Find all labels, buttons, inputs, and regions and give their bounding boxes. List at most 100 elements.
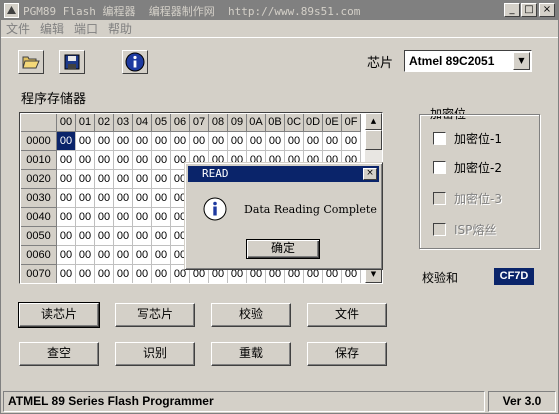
checkbox-box[interactable] (433, 161, 446, 174)
memory-cell[interactable]: 00 (76, 170, 95, 189)
memory-cell[interactable]: 00 (57, 132, 76, 151)
memory-cell[interactable]: 00 (152, 151, 171, 170)
save-toolbar-button[interactable] (59, 50, 85, 74)
row-header: 0010 (21, 151, 57, 170)
memory-cell[interactable]: 00 (95, 189, 114, 208)
memory-cell[interactable]: 00 (266, 132, 285, 151)
memory-cell[interactable]: 00 (76, 151, 95, 170)
minimize-button[interactable]: _ (504, 3, 520, 17)
memory-cell[interactable]: 00 (228, 132, 247, 151)
memory-cell[interactable]: 00 (114, 132, 133, 151)
lock-bit-2-checkbox[interactable]: 加密位-2 (433, 159, 502, 176)
identify-button[interactable]: 识别 (115, 342, 195, 366)
column-header: 04 (133, 114, 152, 132)
title-bar[interactable]: PGM89 Flash 编程器 编程器制作网 http://www.89s51.… (1, 1, 558, 20)
menu-port[interactable]: 端口 (69, 20, 103, 37)
read-chip-button[interactable]: 读芯片 (18, 302, 100, 328)
memory-cell[interactable]: 00 (133, 189, 152, 208)
memory-cell[interactable]: 00 (133, 227, 152, 246)
memory-cell[interactable]: 00 (76, 189, 95, 208)
memory-cell[interactable]: 00 (57, 227, 76, 246)
memory-cell[interactable]: 00 (152, 227, 171, 246)
maximize-button[interactable]: □ (521, 3, 537, 17)
memory-cell[interactable]: 00 (95, 208, 114, 227)
save-button[interactable]: 保存 (307, 342, 387, 366)
memory-cell[interactable]: 00 (57, 170, 76, 189)
memory-cell[interactable]: 00 (285, 132, 304, 151)
column-header: 00 (57, 114, 76, 132)
open-folder-icon (22, 56, 40, 69)
memory-cell[interactable]: 00 (95, 132, 114, 151)
memory-cell[interactable]: 00 (57, 246, 76, 265)
memory-cell[interactable]: 00 (76, 208, 95, 227)
checkbox-box[interactable] (433, 132, 446, 145)
write-chip-button[interactable]: 写芯片 (115, 303, 195, 327)
memory-cell[interactable]: 00 (114, 208, 133, 227)
menu-file[interactable]: 文件 (1, 20, 35, 37)
memory-cell[interactable]: 00 (57, 265, 76, 283)
memory-cell[interactable]: 00 (57, 208, 76, 227)
read-dialog: READ × Data Reading Complete 确定 (184, 162, 383, 270)
memory-cell[interactable]: 00 (133, 170, 152, 189)
memory-cell[interactable]: 00 (152, 246, 171, 265)
column-header: 0D (304, 114, 323, 132)
chevron-down-icon[interactable]: ▼ (513, 52, 530, 70)
memory-cell[interactable]: 00 (323, 132, 342, 151)
column-header: 07 (190, 114, 209, 132)
memory-cell[interactable]: 00 (133, 151, 152, 170)
memory-cell[interactable]: 00 (133, 208, 152, 227)
memory-cell[interactable]: 00 (152, 208, 171, 227)
open-button[interactable] (18, 50, 44, 74)
memory-cell[interactable]: 00 (114, 265, 133, 283)
menu-help[interactable]: 帮助 (103, 20, 137, 37)
memory-cell[interactable]: 00 (209, 132, 228, 151)
checkbox-label: 加密位-1 (454, 132, 502, 146)
memory-cell[interactable]: 00 (57, 189, 76, 208)
reload-button[interactable]: 重载 (211, 342, 291, 366)
close-button[interactable]: × (539, 3, 555, 17)
memory-cell[interactable]: 00 (304, 132, 323, 151)
memory-cell[interactable]: 00 (76, 246, 95, 265)
save-disk-icon (64, 54, 80, 70)
memory-cell[interactable]: 00 (57, 151, 76, 170)
verify-button[interactable]: 校验 (211, 303, 291, 327)
scroll-up-icon[interactable]: ▲ (365, 113, 382, 130)
memory-cell[interactable]: 00 (247, 132, 266, 151)
window-title: PGM89 Flash 编程器 编程器制作网 http://www.89s51.… (23, 5, 361, 18)
memory-cell[interactable]: 00 (133, 132, 152, 151)
memory-cell[interactable]: 00 (152, 265, 171, 283)
memory-cell[interactable]: 00 (95, 170, 114, 189)
memory-cell[interactable]: 00 (95, 265, 114, 283)
menu-edit[interactable]: 编辑 (35, 20, 69, 37)
memory-cell[interactable]: 00 (95, 246, 114, 265)
lock-bit-3-checkbox: 加密位-3 (433, 190, 502, 207)
about-button[interactable] (122, 50, 148, 74)
memory-cell[interactable]: 00 (152, 132, 171, 151)
memory-cell[interactable]: 00 (95, 227, 114, 246)
chip-select[interactable]: Atmel 89C2051 ▼ (404, 50, 532, 72)
dialog-close-button[interactable]: × (363, 168, 377, 180)
blank-check-button[interactable]: 查空 (19, 342, 99, 366)
memory-cell[interactable]: 00 (114, 246, 133, 265)
memory-cell[interactable]: 00 (114, 189, 133, 208)
scroll-thumb[interactable] (365, 130, 382, 150)
memory-cell[interactable]: 00 (114, 151, 133, 170)
dialog-title: READ (202, 167, 229, 180)
memory-cell[interactable]: 00 (76, 227, 95, 246)
memory-cell[interactable]: 00 (76, 132, 95, 151)
memory-cell[interactable]: 00 (114, 170, 133, 189)
memory-cell[interactable]: 00 (152, 189, 171, 208)
memory-cell[interactable]: 00 (95, 151, 114, 170)
memory-cell[interactable]: 00 (152, 170, 171, 189)
file-button[interactable]: 文件 (307, 303, 387, 327)
memory-cell[interactable]: 00 (171, 132, 190, 151)
memory-cell[interactable]: 00 (190, 132, 209, 151)
memory-cell[interactable]: 00 (133, 265, 152, 283)
memory-cell[interactable]: 00 (342, 132, 361, 151)
memory-cell[interactable]: 00 (133, 246, 152, 265)
memory-cell[interactable]: 00 (114, 227, 133, 246)
dialog-ok-button[interactable]: 确定 (246, 239, 320, 259)
dialog-title-bar[interactable]: READ × (188, 166, 379, 182)
lock-bit-1-checkbox[interactable]: 加密位-1 (433, 130, 502, 147)
memory-cell[interactable]: 00 (76, 265, 95, 283)
